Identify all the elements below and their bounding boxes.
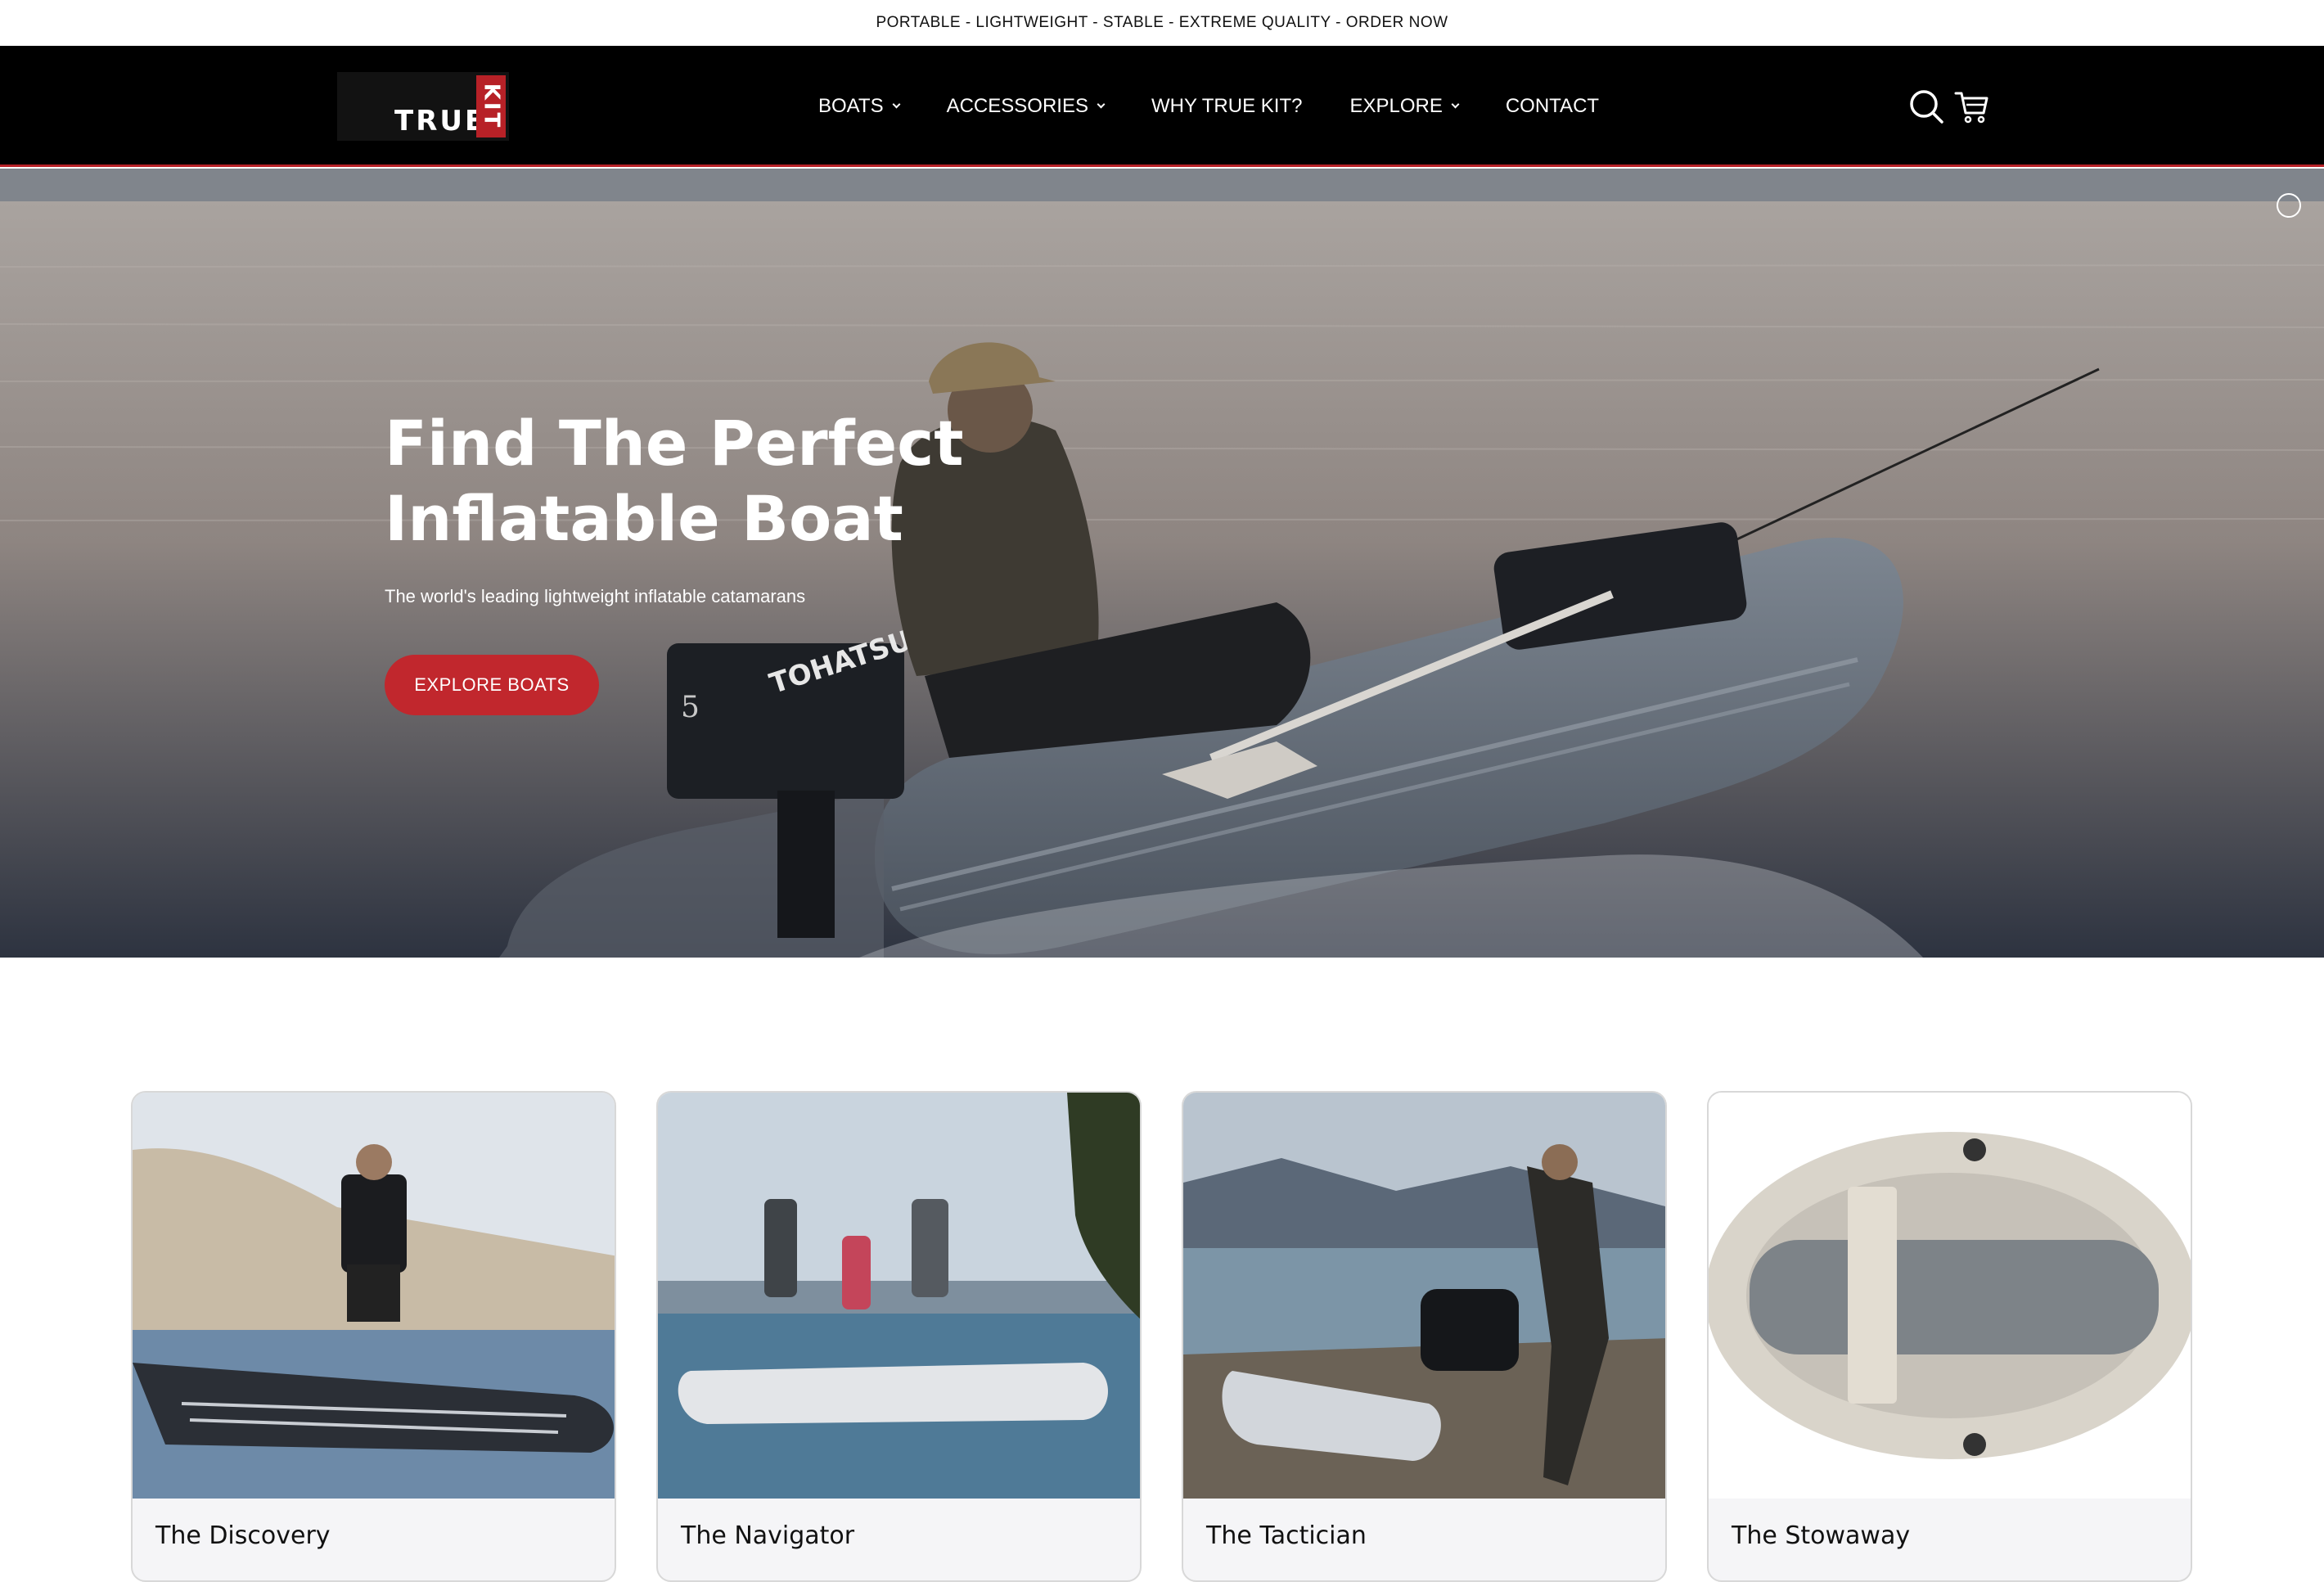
nav-item-accessories[interactable]: ACCESSORIES (946, 95, 1106, 118)
chevron-down-icon (1451, 100, 1460, 108)
logo[interactable]: TRUE KIT (337, 72, 509, 141)
product-image (1709, 1093, 2191, 1499)
cart-icon[interactable] (1952, 87, 1992, 126)
chevron-down-icon (1097, 100, 1106, 108)
motor-number-text: 5 (681, 691, 700, 724)
nav-item-label: WHY TRUE KIT? (1151, 95, 1303, 117)
nav-item-label: EXPLORE (1349, 95, 1443, 117)
product-card-stowaway[interactable]: The Stowaway (1707, 1091, 2192, 1582)
product-name: The Navigator (681, 1521, 855, 1550)
logo-mark: KIT (476, 75, 506, 137)
nav-item-contact[interactable]: CONTACT (1506, 95, 1599, 118)
main-nav: BOATS ACCESSORIES WHY TRUE KIT? EXPLORE … (818, 46, 1646, 167)
product-image (133, 1093, 615, 1499)
hero-image: TOHATSU 5 (0, 169, 2324, 958)
product-name: The Tactician (1206, 1521, 1367, 1550)
hero-subtitle: The world's leading lightweight inflatab… (385, 586, 806, 606)
logo-mark-text: KIT (479, 83, 503, 130)
site-header: TRUE KIT BOATS ACCESSORIES WHY TRUE KIT?… (0, 46, 2324, 167)
product-card-discovery[interactable]: The Discovery (131, 1091, 616, 1582)
product-image (658, 1093, 1140, 1499)
hero-title-line-2: Inflatable Boat (385, 482, 903, 555)
product-name: The Discovery (155, 1521, 331, 1550)
product-image (1183, 1093, 1665, 1499)
announcement-text: PORTABLE - LIGHTWEIGHT - STABLE - EXTREM… (876, 14, 1448, 31)
explore-boats-button[interactable]: EXPLORE BOATS (385, 655, 599, 715)
product-grid: The Discovery The Navigator The Tacticia… (131, 1091, 2193, 1582)
hero-title-line-1: Find The Perfect (385, 407, 964, 480)
nav-item-label: CONTACT (1505, 95, 1600, 117)
logo-word: TRUE (394, 105, 487, 137)
nav-item-label: BOATS (818, 95, 884, 117)
nav-item-boats[interactable]: BOATS (818, 95, 901, 118)
hero-title: Find The Perfect Inflatable Boat (385, 406, 1121, 557)
nav-item-label: ACCESSORIES (946, 95, 1088, 117)
nav-item-why-true-kit[interactable]: WHY TRUE KIT? (1151, 95, 1302, 118)
product-card-tactician[interactable]: The Tactician (1182, 1091, 1667, 1582)
slide-indicator[interactable] (2277, 193, 2301, 218)
product-card-navigator[interactable]: The Navigator (656, 1091, 1142, 1582)
search-icon[interactable] (1907, 87, 1946, 126)
chevron-down-icon (892, 100, 901, 108)
announcement-bar: PORTABLE - LIGHTWEIGHT - STABLE - EXTREM… (0, 0, 2324, 46)
nav-item-explore[interactable]: EXPLORE (1349, 95, 1460, 118)
hero-banner: TOHATSU 5 Find The Perfect Inflatable Bo… (0, 169, 2324, 958)
product-name: The Stowaway (1732, 1521, 1911, 1550)
